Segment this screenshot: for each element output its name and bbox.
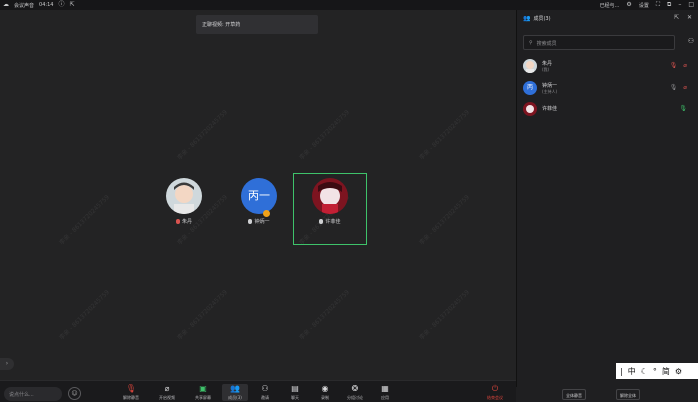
member-search[interactable]: ⚲ 搜索成员 xyxy=(523,35,675,50)
member-name: 许菲佳 xyxy=(542,106,558,112)
avatar xyxy=(166,178,202,214)
leave-icon: ⏻ xyxy=(491,384,499,393)
participant-name: 许菲佳 xyxy=(325,219,341,225)
mic-icon xyxy=(248,219,253,224)
avatar: 丙 xyxy=(523,81,537,95)
end-meeting-button[interactable]: ⏻ 结束会议 xyxy=(482,384,508,401)
members-button[interactable]: 👥 成员(3) xyxy=(222,384,248,401)
punct-icon[interactable]: ° xyxy=(653,367,657,376)
mic-active-icon[interactable]: 🎙 xyxy=(679,105,687,112)
record-button[interactable]: ◉ 录制 xyxy=(312,384,338,401)
avatar: 丙一 xyxy=(241,178,277,214)
emoji-icon[interactable]: ☺ xyxy=(68,387,81,400)
member-role: (我) xyxy=(542,66,550,72)
close-icon[interactable]: ✕ xyxy=(687,14,692,21)
watermark: 李亲 - 8613720245759 xyxy=(418,108,471,162)
camera-off-icon: ⌀ xyxy=(164,384,170,393)
members-panel: 👥 成员(3) ⇱ ✕ ⚲ 搜索成员 ⚇ 朱丹 (我) 🎙 ⌀ 丙 钟炳一 (主… xyxy=(516,10,698,402)
members-icon: 👥 xyxy=(230,384,240,393)
pin-icon[interactable]: ⧉ xyxy=(667,2,671,8)
participant-tile[interactable]: 丙一 钟炳一 xyxy=(237,178,281,225)
expand-arrow-icon[interactable]: › xyxy=(0,358,14,370)
add-member-icon[interactable]: ⚇ xyxy=(688,37,694,45)
breakout-icon: ❂ xyxy=(351,384,359,393)
mute-button[interactable]: 🎙 解除静音 xyxy=(118,384,144,401)
chat-icon: ▤ xyxy=(291,384,299,393)
notification-toast: 正聊视频: 开草药 xyxy=(196,15,318,34)
watermark: 李亲 - 8613720245759 xyxy=(418,288,471,342)
moon-icon[interactable]: ☾ xyxy=(641,367,648,376)
panel-footer: 全体静音 解除全体 xyxy=(516,387,698,402)
ime-separator: | xyxy=(620,366,623,376)
minimize-icon[interactable]: – xyxy=(678,2,681,8)
screen-share-icon: ▣ xyxy=(199,384,207,393)
title-bar: ☁ 会议声音 04:14 ⓘ ⇱ 已经与... ⚙ 设置 ⛶ ⧉ – □ xyxy=(0,0,698,10)
participant-tile[interactable]: 朱丹 xyxy=(164,178,204,225)
participant-name: 朱丹 xyxy=(181,219,192,225)
unmute-all-button[interactable]: 解除全体 xyxy=(616,389,640,400)
participant-name: 钟炳一 xyxy=(254,219,270,225)
apps-icon: ▦ xyxy=(381,384,389,393)
meeting-timer: 04:14 xyxy=(39,2,54,8)
panel-header: 👥 成员(3) xyxy=(523,15,551,22)
member-row[interactable]: 朱丹 (我) 🎙 ⌀ xyxy=(523,58,693,74)
mic-muted-icon xyxy=(175,219,180,224)
ime-settings-icon[interactable]: ⚙ xyxy=(675,367,682,376)
maximize-icon[interactable]: □ xyxy=(688,2,694,8)
avatar xyxy=(312,178,348,214)
watermark: 李亲 - 8613720245759 xyxy=(418,193,471,247)
host-badge-icon xyxy=(263,210,271,217)
ime-toolbar[interactable]: | 中 ☾ ° 简 ⚙ xyxy=(616,363,698,379)
watermark: 李亲 - 8613720245759 xyxy=(58,288,111,342)
mic-muted-icon[interactable]: 🎙 xyxy=(670,62,678,69)
members-icon: 👥 xyxy=(523,14,531,22)
mic-icon[interactable]: 🎙 xyxy=(670,84,678,91)
app-name: 会议声音 xyxy=(14,2,35,9)
watermark: 李亲 - 8613720245759 xyxy=(298,288,351,342)
settings-label[interactable]: 设置 xyxy=(639,2,649,9)
avatar xyxy=(523,102,537,116)
video-stage: 正聊视频: 开草药 李亲 - 8613720245759 李亲 - 861372… xyxy=(0,10,516,380)
camera-off-icon[interactable]: ⌀ xyxy=(683,84,687,91)
info-icon[interactable]: ⓘ xyxy=(58,2,64,8)
ime-script[interactable]: 简 xyxy=(662,366,670,377)
member-row[interactable]: 丙 钟炳一 (主持人) 🎙 ⌀ xyxy=(523,80,693,96)
participant-tile[interactable]: 许菲佳 xyxy=(310,178,350,225)
app-logo-icon: ☁ xyxy=(3,1,9,8)
settings-icon[interactable]: ⚙ xyxy=(626,2,631,8)
invite-button[interactable]: ⚇ 邀请 xyxy=(252,384,278,401)
camera-off-icon[interactable]: ⌀ xyxy=(683,62,687,69)
breakout-button[interactable]: ❂ 分组讨论 xyxy=(342,384,368,401)
account-menu[interactable]: 已经与... xyxy=(600,2,620,9)
record-icon: ◉ xyxy=(321,384,329,393)
video-button[interactable]: ⌀ 开启视频 xyxy=(154,384,180,401)
mic-muted-icon: 🎙 xyxy=(125,384,137,393)
member-role: (主持人) xyxy=(542,88,558,94)
search-icon: ⚲ xyxy=(529,40,533,46)
share-screen-button[interactable]: ▣ 共享屏幕 xyxy=(190,384,216,401)
invite-icon: ⚇ xyxy=(261,384,269,393)
watermark: 李亲 - 8613720245759 xyxy=(176,288,229,342)
fullscreen-icon[interactable]: ⛶ xyxy=(656,2,660,8)
external-link-icon[interactable]: ⇱ xyxy=(69,2,74,8)
chat-input[interactable]: 说点什么... xyxy=(4,387,62,401)
ime-mode[interactable]: 中 xyxy=(628,366,636,377)
panel-title: 成员(3) xyxy=(533,16,551,22)
popout-icon[interactable]: ⇱ xyxy=(674,14,679,21)
meeting-toolbar: 说点什么... ☺ 🎙 解除静音 ⌀ 开启视频 ▣ 共享屏幕 👥 成员(3) ⚇… xyxy=(0,380,516,402)
member-row[interactable]: 许菲佳 🎙 xyxy=(523,101,693,117)
chat-button[interactable]: ▤ 聊天 xyxy=(282,384,308,401)
mic-icon xyxy=(319,219,324,224)
mute-all-button[interactable]: 全体静音 xyxy=(562,389,586,400)
apps-button[interactable]: ▦ 应用 xyxy=(372,384,398,401)
watermark: 李亲 - 8613720245759 xyxy=(298,108,351,162)
watermark: 李亲 - 8613720245759 xyxy=(58,193,111,247)
avatar xyxy=(523,59,537,73)
watermark: 李亲 - 8613720245759 xyxy=(176,108,229,162)
